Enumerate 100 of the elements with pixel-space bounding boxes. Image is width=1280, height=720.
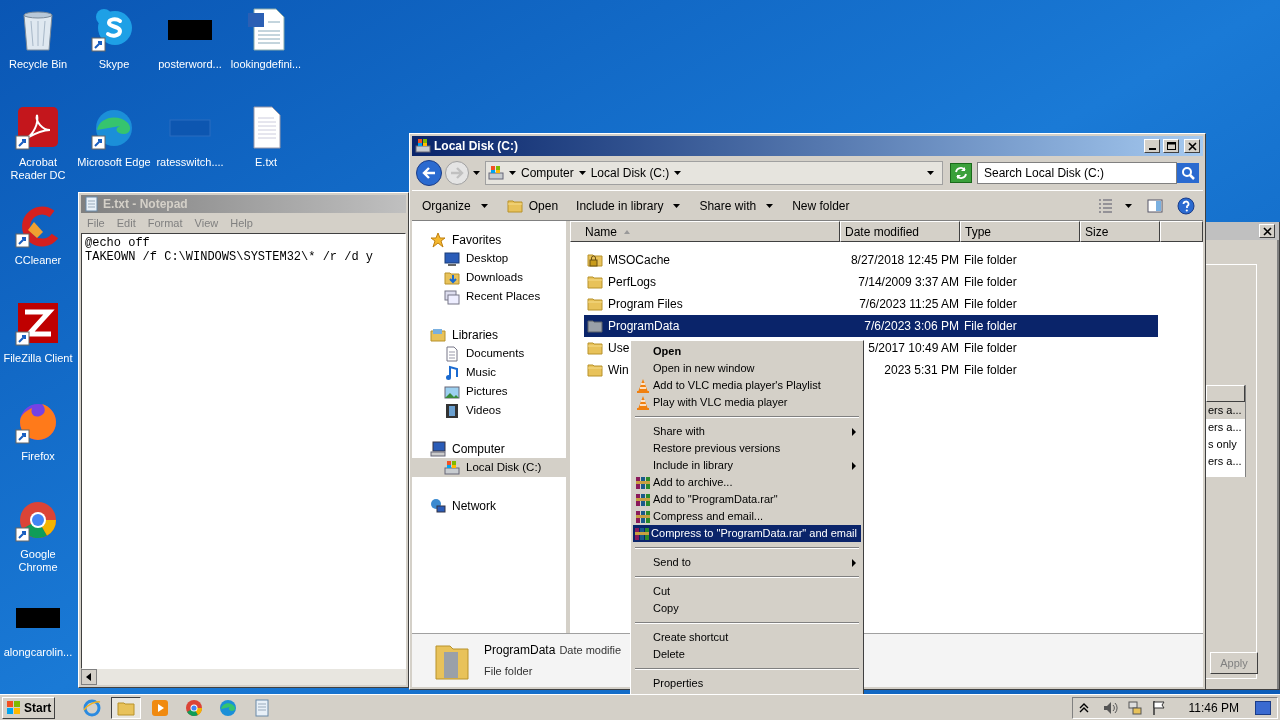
toolbar-button[interactable]: Organize (420, 194, 491, 217)
search-button[interactable] (1177, 163, 1199, 183)
file-name[interactable]: ProgramData (608, 317, 680, 335)
chevron-up-icon (1078, 701, 1089, 714)
round-logo-icon (185, 698, 204, 717)
menu-item[interactable]: Create shortcut (633, 629, 861, 646)
scroll-left-icon (81, 669, 97, 685)
address-bar[interactable]: Computer Local Disk (C:) (485, 161, 943, 185)
text-area[interactable]: @echo off TAKEOWN /f C:\WINDOWS\SYSTEM32\* /r /d y (81, 233, 406, 669)
column-header[interactable]: Size (1080, 221, 1160, 242)
menu-item[interactable]: Play with VLC media player (633, 394, 861, 411)
file-name[interactable]: Use (608, 339, 630, 357)
desktop-icon-label[interactable]: Microsoft Edge (76, 156, 152, 169)
close-icon (1187, 141, 1197, 151)
show-desktop-button[interactable] (1255, 700, 1271, 715)
desktop-icon-label[interactable]: lookingdefini... (229, 58, 303, 71)
menu-item[interactable]: Copy (633, 600, 861, 617)
toolbar-button[interactable]: Include in library (574, 194, 684, 217)
file-name[interactable]: PerfLogs (608, 273, 657, 291)
submenu-arrow-icon (851, 426, 857, 437)
desktop-icon-label[interactable]: Recycle Bin (7, 58, 69, 71)
start-button[interactable]: Start (2, 696, 56, 719)
file-name[interactable]: Program Files (608, 295, 683, 313)
refresh-button[interactable] (950, 163, 972, 183)
menu-item[interactable]: Include in library (633, 457, 861, 474)
menu-item[interactable]: Open in new window (633, 360, 861, 377)
show-hidden-icons-button[interactable] (1078, 701, 1089, 714)
desktop-icon-label[interactable]: E.txt (254, 156, 278, 169)
toolbar-button[interactable]: New folder (790, 194, 852, 217)
desktop-icon-label[interactable]: Google Chrome (0, 548, 76, 574)
close-button[interactable] (1184, 139, 1200, 153)
close-button[interactable] (1259, 224, 1275, 238)
navigation-item[interactable]: Desktop (412, 249, 566, 268)
archive-books-icon (635, 508, 651, 525)
file-name[interactable]: MSOCache (608, 251, 671, 269)
desktop-icon-label[interactable]: FileZilla Client (2, 352, 74, 365)
preview-pane-button[interactable] (1147, 197, 1163, 214)
desktop-icon-label[interactable]: alongcarolin... (2, 646, 74, 659)
archive-books-icon (635, 491, 651, 508)
back-button[interactable] (416, 160, 442, 186)
menu-item[interactable]: Delete (633, 646, 861, 663)
desktop-icon-label[interactable]: posterword... (157, 58, 223, 71)
desktop-icon-label[interactable]: Acrobat Reader DC (0, 156, 76, 182)
column-header[interactable]: Type (960, 221, 1080, 242)
desktop-icon-label[interactable]: Firefox (20, 450, 56, 463)
menu-item[interactable]: Cut (633, 583, 861, 600)
menu-item[interactable]: Add to "ProgramData.rar" (633, 491, 861, 508)
network-button[interactable] (1126, 699, 1143, 716)
menu-item[interactable]: Add to archive... (633, 474, 861, 491)
breadcrumb-item[interactable]: Computer (521, 164, 574, 182)
column-header[interactable]: Name (570, 221, 840, 242)
toolbar-button[interactable]: Share with (697, 194, 777, 217)
column-header[interactable]: Date modified (840, 221, 960, 242)
selected-row-highlight[interactable]: ProgramData 7/6/2023 3:06 PM File folder (584, 315, 1158, 337)
navigation-item[interactable]: Computer (412, 439, 566, 458)
file-name[interactable]: Win (608, 361, 629, 379)
menu-item-label: Add to archive... (653, 475, 734, 491)
navigation-item[interactable]: Libraries (412, 325, 566, 344)
back-arrow-icon (422, 166, 436, 180)
menu-item[interactable]: Open (633, 343, 861, 360)
help-button[interactable] (1177, 196, 1195, 215)
clock[interactable]: 11:46 PM (1188, 698, 1239, 717)
desktop-icon-label[interactable]: Skype (97, 58, 131, 71)
folder-icon (587, 296, 603, 312)
menu-item[interactable]: Restore previous versions (633, 440, 861, 457)
navigation-item[interactable]: Local Disk (C:) (412, 458, 566, 477)
navigation-item[interactable]: Videos (412, 401, 566, 420)
notepad-icon (253, 698, 272, 717)
navigation-item[interactable]: Documents (412, 344, 566, 363)
navigation-item[interactable]: Recent Places (412, 287, 566, 306)
horizontal-scrollbar[interactable] (81, 669, 406, 685)
menu-item[interactable]: Add to VLC media player's Playlist (633, 377, 861, 394)
menu-item[interactable]: Share with (633, 423, 861, 440)
menu-item-label: Include in library (653, 458, 735, 474)
search-field[interactable]: Search Local Disk (C:) (977, 162, 1177, 184)
desktop-icon-label[interactable]: ratesswitch.... (155, 156, 225, 169)
menu-item-label: Share with (653, 424, 706, 440)
maximize-icon (1166, 141, 1176, 151)
list-row[interactable]: ers a... (1206, 402, 1245, 419)
menu-item[interactable]: Compress and email... (633, 508, 861, 525)
maximize-button[interactable] (1163, 139, 1179, 153)
navigation-item[interactable]: Favorites (412, 230, 566, 249)
navigation-item[interactable]: Downloads (412, 268, 566, 287)
type-cell-text: File folder (964, 296, 1017, 313)
desktop-icon-label[interactable]: CCleaner (13, 254, 63, 267)
menu-item[interactable]: Properties (633, 675, 861, 692)
view-options-button[interactable] (1098, 197, 1133, 214)
forward-arrow-icon (450, 166, 464, 180)
toolbar-button[interactable]: Open (504, 194, 561, 217)
breadcrumb-item[interactable]: Local Disk (C:) (590, 164, 670, 182)
navigation-item[interactable]: Pictures (412, 382, 566, 401)
navigation-item[interactable]: Music (412, 363, 566, 382)
menu-item-label: Restore previous versions (653, 441, 782, 457)
action-center-button[interactable] (1150, 699, 1167, 716)
menu-item[interactable]: Send to (633, 554, 861, 571)
menu-item-label: Compress and email... (653, 509, 765, 525)
navigation-item[interactable]: Network (412, 496, 566, 515)
caret-icon (926, 169, 935, 177)
minimize-button[interactable] (1144, 139, 1160, 153)
taskbar-button[interactable] (111, 696, 142, 719)
